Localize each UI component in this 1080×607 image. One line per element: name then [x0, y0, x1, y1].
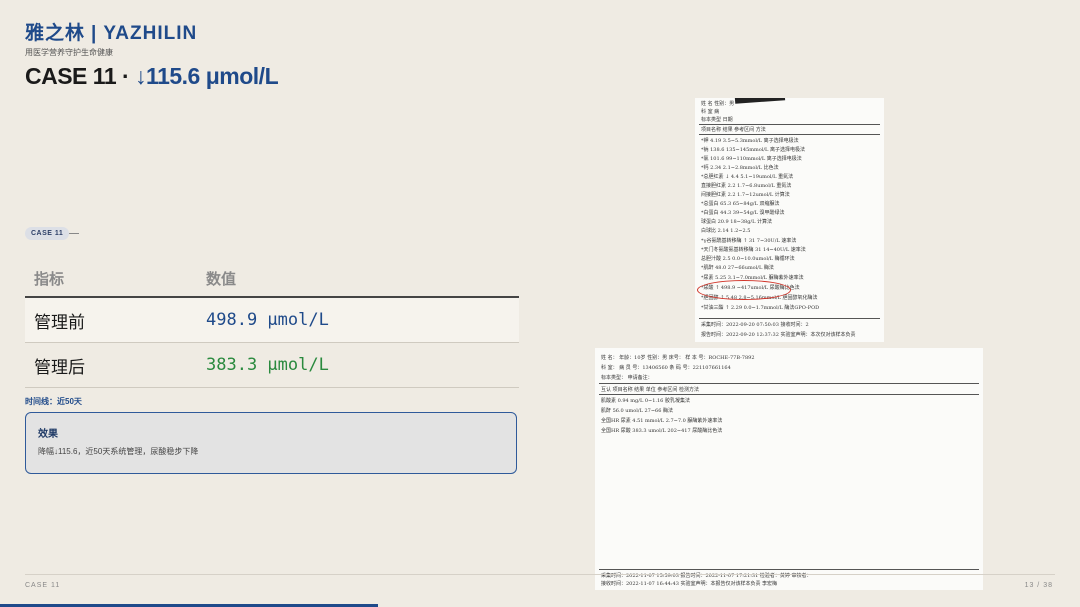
report-line-uric-acid: 全国HR 尿酸 383.3 umol/L 202~417 尿酸酶比色法: [601, 428, 723, 434]
report-line: 采集时间：2022-09-20 07:50:03 接收时间：2: [701, 322, 809, 328]
report-line: 球蛋白 20.9 18~38g/L 计算法: [701, 219, 773, 225]
report-line: 科 室： 病 员 号：13406560 条 码 号：221107661164: [601, 365, 731, 371]
page-counter: 13 / 38: [1024, 582, 1053, 589]
report-line: *氯 101.6 99~110mmol/L 离子选择电极法: [701, 156, 802, 162]
report-line: *γ谷氨酰基转移酶 ↑ 31 7~30U/L 速率法: [701, 238, 797, 244]
report-line: 肌酸素 0.94 mg/L 0~1.16 胶乳凝集法: [601, 398, 690, 404]
report-line: 标本类型 日期: [701, 117, 733, 123]
report-line: 肌酐 56.0 umol/L 27~66 酶法: [601, 408, 673, 414]
report-line: 项目名称 结果 参考区间 方法: [701, 127, 766, 133]
report-line: 间接胆红素 2.2 1.7~12umol/L 计算法: [701, 192, 790, 198]
case-badge: CASE 11: [25, 227, 70, 240]
report-line: 互认 项目名称 结果 单位 参考区间 检测方法: [601, 387, 699, 393]
title-prefix: CASE 11 ·: [25, 63, 136, 89]
report-line: *总蛋白 65.3 65~84g/L 双缩脲法: [701, 201, 780, 207]
report-line: *钙 2.34 2.1~2.8mmol/L 比色法: [701, 165, 779, 171]
report-line: *钠 138.6 135~145mmol/L 离子选择电极法: [701, 147, 805, 153]
divider: [599, 569, 979, 570]
table-header: 指标 数值: [25, 260, 519, 298]
row-label: 管理后: [34, 357, 85, 377]
table-row-before: 管理前 498.9 μmol/L: [25, 298, 519, 343]
footer-divider: [25, 574, 1055, 575]
effect-text: 降幅↓115.6，近50天系统管理，尿酸稳步下降: [38, 447, 199, 456]
row-value: 383.3 μmol/L: [206, 355, 329, 375]
report-line: 全国HR 尿素 4.51 mmol/L 2.7~7.0 脲酶紫外速率法: [601, 418, 723, 424]
table-row-after: 管理后 383.3 μmol/L: [25, 343, 519, 388]
report-line: 接收时间：2022-11-07 16:44:43 实验室声明：本报告仅对该样本负…: [601, 581, 778, 587]
report-line: 报告时间：2022-09-20 12:37:32 实验室声明：本次仅对该样本负责: [701, 332, 856, 338]
brand-cn: 雅之林: [25, 23, 86, 44]
divider: [699, 134, 880, 135]
report-line: *天门冬氨酸氨基转移酶 31 14~40U/L 速率法: [701, 247, 806, 253]
comparison-table: 指标 数值 管理前 498.9 μmol/L 管理后 383.3 μmol/L: [25, 260, 519, 388]
report-line: 姓 名 性别：男: [701, 101, 735, 107]
tagline: 用医学营养守护生命健康: [25, 48, 113, 57]
col-value: 数值: [206, 270, 237, 288]
divider: [599, 383, 979, 384]
report-line: *总胆红素 ↓ 4.4 5.1~19umol/L 重氮法: [701, 174, 794, 180]
report-line: 总胆汁酸 2.5 0.0~10.0umol/L 酶循环法: [701, 256, 795, 262]
report-line: 直接胆红素 2.2 1.7~6.8umol/L 重氮法: [701, 183, 792, 189]
lab-report-after: 姓 名： 年龄：10岁 性别：男 床号： 样 本 号：ROCHE-77B-789…: [595, 348, 983, 590]
row-label: 管理前: [34, 312, 85, 332]
highlight-circle: [697, 280, 791, 300]
lab-report-before: 姓 名 性别：男 科 室 病 标本类型 日期 项目名称 结果 参考区间 方法 *…: [695, 98, 884, 342]
report-line: 科 室 病: [701, 109, 720, 115]
divider: [699, 318, 880, 319]
page-title: CASE 11 · ↓115.6 μmol/L: [25, 63, 279, 90]
row-value: 498.9 μmol/L: [206, 310, 329, 330]
timeline-label: 时间线：近50天: [25, 397, 82, 406]
report-line: *甘油三酯 ↑ 2.29 0.0~1.7mmol/L 酶法GPO-POD: [701, 305, 820, 311]
divider: [699, 124, 880, 125]
brand-separator: |: [91, 23, 98, 44]
effect-card: 效果 降幅↓115.6，近50天系统管理，尿酸稳步下降: [25, 412, 517, 474]
report-line: *肌酐 48.0 27~66umol/L 酶法: [701, 265, 774, 271]
report-line: 白球比 2.14 1.2~2.5: [701, 228, 751, 234]
brand: 雅之林 | YAZHILIN: [25, 18, 197, 45]
report-line: 标本类型： 申请备注：: [601, 375, 653, 381]
case-badge-dash: [69, 233, 79, 234]
title-accent: ↓115.6 μmol/L: [135, 63, 279, 89]
report-line: *白蛋白 44.3 39~54g/L 溴甲酚绿法: [701, 210, 785, 216]
report-line: *钾 4.19 3.5~5.3mmol/L 离子选择电极法: [701, 138, 799, 144]
brand-en: YAZHILIN: [103, 23, 198, 44]
col-indicator: 指标: [34, 270, 65, 288]
effect-heading: 效果: [38, 429, 58, 440]
footer-case-label: CASE 11: [25, 582, 61, 589]
divider: [599, 394, 979, 395]
report-line: 姓 名： 年龄：10岁 性别：男 床号： 样 本 号：ROCHE-77B-789…: [601, 355, 755, 361]
